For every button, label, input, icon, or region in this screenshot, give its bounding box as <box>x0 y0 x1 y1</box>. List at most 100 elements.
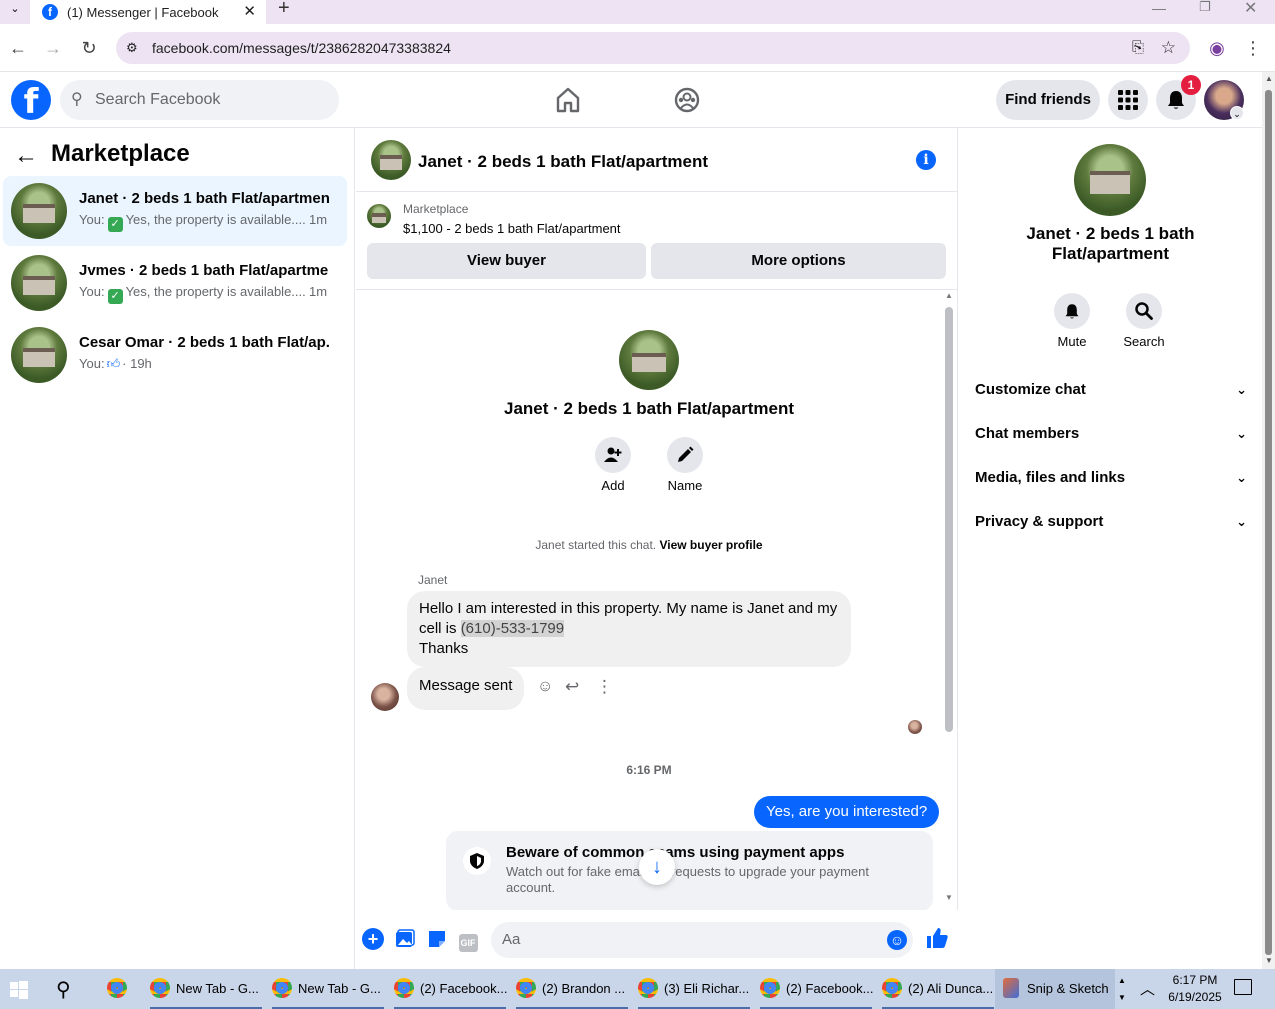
minimize-icon[interactable]: — <box>1152 0 1166 16</box>
taskbar-item[interactable]: (3) Eli Richar... <box>638 969 749 1009</box>
message-text: cell is <box>419 620 461 637</box>
outgoing-message[interactable]: Yes, are you interested? <box>754 796 940 828</box>
page-scroll-up-icon[interactable]: ▲ <box>1265 74 1273 83</box>
browser-menu-icon[interactable]: ⋮ <box>1241 36 1265 60</box>
page-scroll-down-icon[interactable]: ▼ <box>1265 956 1273 965</box>
tab-search-icon[interactable]: ⌄ <box>4 0 26 20</box>
taskbar-chrome-icon[interactable] <box>107 969 133 1009</box>
info-icon[interactable]: i <box>916 150 936 170</box>
reply-icon[interactable]: ↩ <box>565 677 579 697</box>
listing-price[interactable]: $1,100 - 2 beds 1 bath Flat/apartment <box>403 221 621 236</box>
warning-body: Watch out for fake emails or requests to… <box>506 864 869 895</box>
listing-thumbnail[interactable] <box>367 204 391 228</box>
back-icon[interactable]: ← <box>6 36 30 60</box>
bookmark-star-icon[interactable]: ☆ <box>1161 32 1176 64</box>
conversation-item[interactable]: Jvmes · 2 beds 1 bath Flat/apartme... Yo… <box>3 248 347 318</box>
marketplace-conversation-list: ← Marketplace Janet · 2 beds 1 bath Flat… <box>0 128 355 969</box>
view-buyer-button[interactable]: View buyer <box>367 243 646 279</box>
plus-circle-icon[interactable]: + <box>362 928 384 950</box>
reload-icon[interactable]: ↻ <box>77 36 101 60</box>
taskbar-item[interactable]: (2) Facebook... <box>760 969 873 1009</box>
react-emoji-icon[interactable]: ☺ <box>537 678 553 696</box>
close-tab-icon[interactable]: ✕ <box>243 2 256 20</box>
details-name-line: Janet · 2 beds 1 bath <box>1026 224 1195 243</box>
chrome-icon <box>394 978 414 998</box>
page-scroll-thumb[interactable] <box>1265 90 1272 955</box>
scroll-down-icon[interactable]: ↓ <box>639 849 675 885</box>
taskbar-item[interactable]: (2) Ali Dunca... <box>882 969 993 1009</box>
sticker-icon[interactable] <box>426 929 448 951</box>
preview-time: 1m <box>309 284 328 299</box>
new-tab-button[interactable]: + <box>278 0 290 20</box>
facebook-logo[interactable]: f <box>11 80 51 122</box>
conversation-item[interactable]: Janet · 2 beds 1 bath Flat/apartment You… <box>3 176 347 246</box>
sender-avatar[interactable] <box>371 683 399 711</box>
chat-avatar[interactable] <box>371 140 411 180</box>
mute-bell-icon[interactable] <box>1054 293 1090 329</box>
chat-scrollbar[interactable]: ▲ ▼ <box>942 291 956 908</box>
preview-time: · 19h <box>122 356 152 371</box>
chat-pane: Janet · 2 beds 1 bath Flat/apartment i M… <box>356 128 958 969</box>
snip-sketch-icon <box>1003 978 1019 998</box>
search-conversation-icon[interactable] <box>1126 293 1162 329</box>
message-composer: + GIF Aa ☺ <box>356 910 958 969</box>
url-field[interactable]: ⚙ facebook.com/messages/t/23862820473383… <box>116 32 1190 64</box>
add-person-icon[interactable] <box>595 437 631 473</box>
photo-icon[interactable] <box>394 929 416 951</box>
scroll-up-arrow-icon[interactable]: ▲ <box>945 291 953 300</box>
back-arrow-icon[interactable]: ← <box>14 142 38 170</box>
customize-chat-section[interactable]: Customize chat ⌄ <box>975 368 1247 412</box>
browser-tab[interactable]: f (1) Messenger | Facebook ✕ <box>30 0 266 24</box>
message-input[interactable]: Aa ☺ <box>491 922 913 958</box>
incoming-message[interactable]: Message sent <box>407 667 525 710</box>
restore-icon[interactable]: ❐ <box>1199 0 1211 15</box>
chat-scroll-thumb[interactable] <box>945 307 953 732</box>
taskbar-item[interactable]: Snip & Sketch <box>995 969 1115 1009</box>
conversation-title: Cesar Omar · 2 beds 1 bath Flat/ap... <box>79 334 329 351</box>
menu-grid-icon[interactable] <box>1108 80 1148 120</box>
install-app-icon[interactable]: ⎘ <box>1132 32 1144 64</box>
add-label: Add <box>601 478 625 493</box>
conversation-item[interactable]: Cesar Omar · 2 beds 1 bath Flat/ap... Yo… <box>3 320 347 390</box>
groups-icon[interactable] <box>672 85 702 115</box>
media-files-links-section[interactable]: Media, files and links ⌄ <box>975 456 1247 500</box>
taskbar-item[interactable]: New Tab - G... <box>272 969 381 1009</box>
search-facebook-input[interactable]: ⚲ Search Facebook <box>60 80 339 120</box>
taskbar-scroll-icon[interactable]: ▲ ▼ <box>1118 972 1126 1006</box>
close-window-icon[interactable]: ✕ <box>1244 0 1257 18</box>
listing-thumbnail <box>11 255 67 311</box>
taskbar-item[interactable]: (2) Brandon ... <box>516 969 625 1009</box>
gif-icon[interactable]: GIF <box>457 929 479 952</box>
preview-prefix: You: <box>79 284 105 299</box>
chat-members-section[interactable]: Chat members ⌄ <box>975 412 1247 456</box>
conversation-preview: You: ✓ Yes, the property is available.... … <box>79 212 327 232</box>
clock-time: 6:17 PM <box>1172 973 1218 987</box>
site-settings-icon[interactable]: ⚙ <box>126 32 138 64</box>
chat-title[interactable]: Janet · 2 beds 1 bath Flat/apartment <box>418 152 708 172</box>
view-buyer-profile-link[interactable]: View buyer profile <box>659 538 762 552</box>
emoji-icon[interactable]: ☺ <box>887 930 907 950</box>
details-avatar[interactable] <box>1074 144 1146 216</box>
taskbar-item[interactable]: New Tab - G... <box>150 969 259 1009</box>
privacy-support-section[interactable]: Privacy & support ⌄ <box>975 500 1247 544</box>
more-options-button[interactable]: More options <box>651 243 946 279</box>
windows-start-icon[interactable] <box>10 981 28 999</box>
conversation-preview: You: ✓ Yes, the property is available.... … <box>79 284 327 304</box>
show-hidden-icons-icon[interactable]: ︿ <box>1140 978 1155 999</box>
more-actions-icon[interactable]: ⋮ <box>596 677 613 697</box>
home-icon[interactable] <box>553 85 583 115</box>
page-scrollbar[interactable]: ▲ ▼ <box>1262 72 1275 969</box>
clock[interactable]: 6:17 PM 6/19/2025 <box>1160 972 1230 1006</box>
taskbar-item-label: (2) Facebook... <box>786 981 874 996</box>
notification-center-icon[interactable] <box>1234 979 1252 995</box>
incoming-message[interactable]: Hello I am interested in this property. … <box>407 591 851 667</box>
forward-icon[interactable]: → <box>41 36 65 60</box>
scroll-down-arrow-icon[interactable]: ▼ <box>945 893 953 902</box>
thumbs-up-send-icon[interactable] <box>924 926 950 952</box>
taskbar-item[interactable]: (2) Facebook... <box>394 969 507 1009</box>
taskbar-search-icon[interactable]: ⚲ <box>56 977 71 1002</box>
edit-name-icon[interactable] <box>667 437 703 473</box>
profile-icon[interactable]: ◉ <box>1205 36 1229 60</box>
account-chevron-icon[interactable]: ⌄ <box>1230 106 1244 120</box>
find-friends-button[interactable]: Find friends <box>996 80 1100 120</box>
